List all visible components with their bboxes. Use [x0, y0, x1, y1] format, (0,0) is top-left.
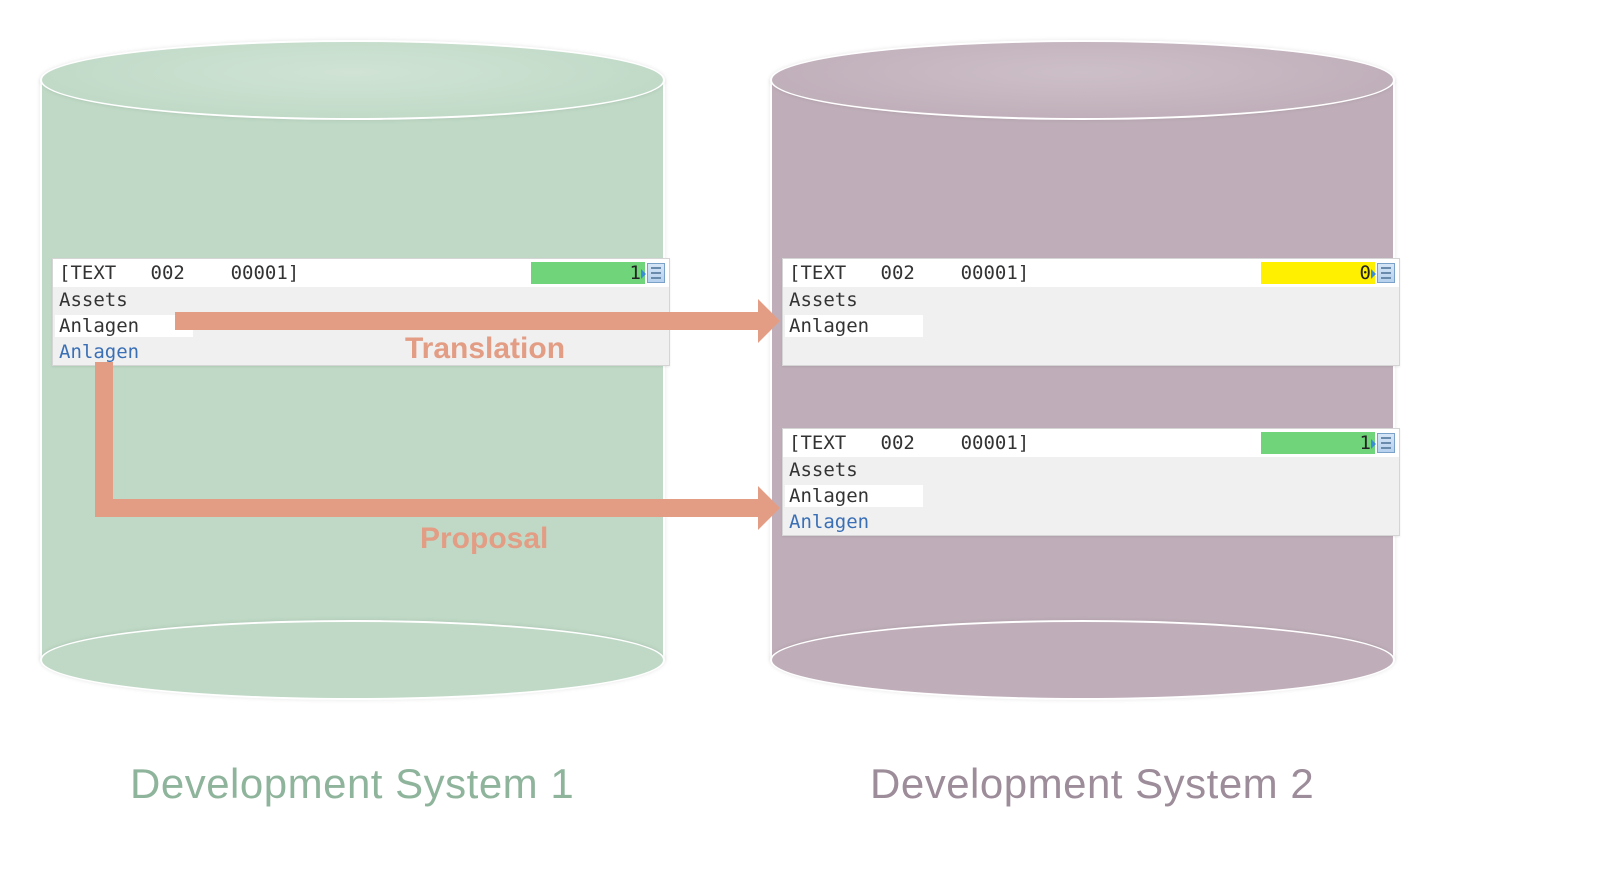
cylinder-dev-system-1	[40, 40, 665, 700]
cylinder-body	[40, 80, 665, 660]
source-text-row: Assets	[783, 457, 1399, 483]
source-text-row: Assets	[53, 287, 669, 313]
translation-value: Anlagen	[785, 315, 923, 337]
status-chip: 1	[531, 262, 645, 284]
translation-row: Anlagen	[783, 313, 1399, 339]
status-chip: 0	[1261, 262, 1375, 284]
proposal-row: Anlagen	[783, 509, 1399, 535]
arrow-proposal-across	[95, 499, 758, 517]
arrow-proposal-label: Proposal	[420, 522, 548, 556]
cylinder-dev-system-2	[770, 40, 1395, 700]
cylinder-top	[770, 40, 1395, 120]
text-code: [TEXT 002 00001]	[59, 261, 531, 285]
arrow-translation-head	[758, 299, 780, 343]
proposal-row	[783, 339, 1399, 365]
cylinder-top	[40, 40, 665, 120]
caption-system-1: Development System 1	[130, 760, 574, 808]
text-code: [TEXT 002 00001]	[789, 431, 1261, 455]
source-text-row: Assets	[783, 287, 1399, 313]
arrow-proposal-head	[758, 486, 780, 530]
box-header: [TEXT 002 00001] 0	[783, 259, 1399, 287]
translation-box-dest-1: [TEXT 002 00001] 0 Assets Anlagen	[782, 258, 1400, 366]
translation-value: Anlagen	[55, 315, 193, 337]
text-code: [TEXT 002 00001]	[789, 261, 1261, 285]
status-chip: 1	[1261, 432, 1375, 454]
status-number: 1	[630, 261, 641, 285]
translation-row: Anlagen	[783, 483, 1399, 509]
cylinder-bottom	[40, 620, 665, 700]
transport-icon	[647, 263, 665, 283]
cylinder-bottom	[770, 620, 1395, 700]
arrow-translation-label: Translation	[405, 332, 565, 366]
transport-icon	[1377, 263, 1395, 283]
status-number: 1	[1360, 431, 1371, 455]
status-number: 0	[1360, 261, 1371, 285]
translation-box-dest-2: [TEXT 002 00001] 1 Assets Anlagen Anlage…	[782, 428, 1400, 536]
translation-value: Anlagen	[785, 485, 923, 507]
box-header: [TEXT 002 00001] 1	[53, 259, 669, 287]
box-header: [TEXT 002 00001] 1	[783, 429, 1399, 457]
transport-icon	[1377, 433, 1395, 453]
proposal-row: Anlagen	[53, 339, 669, 365]
arrow-translation	[175, 312, 758, 330]
cylinder-body	[770, 80, 1395, 660]
arrow-proposal-down	[95, 362, 113, 517]
caption-system-2: Development System 2	[870, 760, 1314, 808]
